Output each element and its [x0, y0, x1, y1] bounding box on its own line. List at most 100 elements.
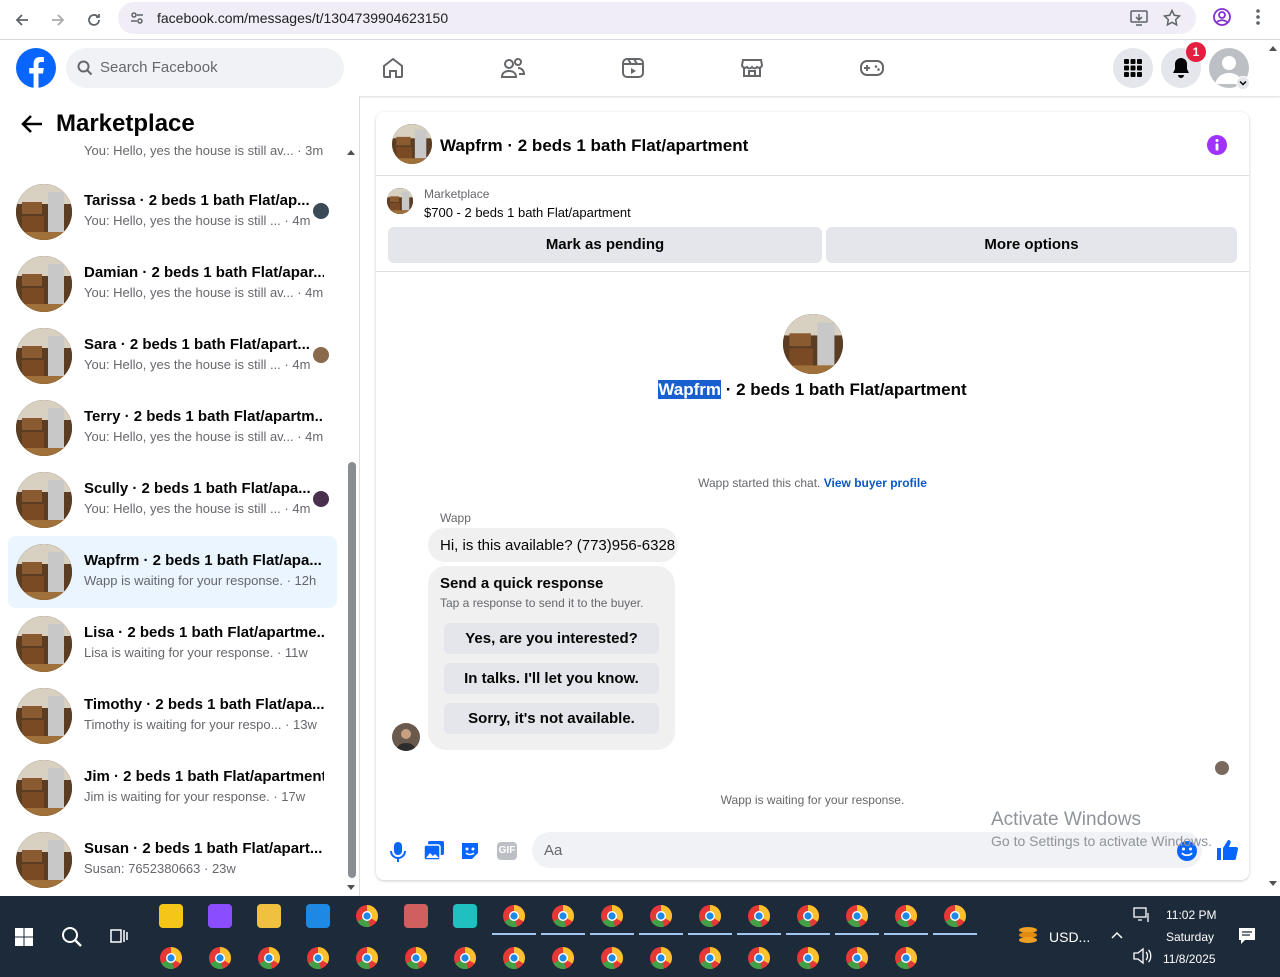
message-input[interactable]: Aa: [532, 832, 1202, 868]
chevron-down-icon[interactable]: [1236, 76, 1250, 90]
photo-icon[interactable]: [423, 840, 445, 862]
quick-reply-interested-button[interactable]: Yes, are you interested?: [444, 623, 659, 654]
forward-icon[interactable]: [44, 6, 72, 34]
video-icon[interactable]: [617, 52, 649, 84]
chrome-window-icon[interactable]: [502, 946, 526, 970]
taskbar-app-icon[interactable]: [453, 904, 477, 928]
scroll-up-icon[interactable]: [346, 148, 356, 156]
chrome-window-icon[interactable]: [600, 904, 624, 928]
list-item[interactable]: Timothy · 2 beds 1 bath Flat/apa... Timot…: [8, 680, 337, 752]
marketplace-icon[interactable]: [736, 52, 768, 84]
windows-start-icon[interactable]: [15, 928, 33, 946]
chrome-window-icon[interactable]: [747, 946, 771, 970]
clock-time[interactable]: 11:02 PM: [1166, 908, 1216, 922]
chrome-window-icon[interactable]: [502, 904, 526, 928]
chrome-window-icon[interactable]: [796, 904, 820, 928]
chrome-window-icon[interactable]: [698, 946, 722, 970]
chat-title[interactable]: Wapfrm · 2 beds 1 bath Flat/apartment: [440, 136, 748, 156]
chrome-window-icon[interactable]: [796, 946, 820, 970]
more-options-button[interactable]: More options: [826, 227, 1237, 263]
chrome-window-icon[interactable]: [698, 904, 722, 928]
sender-avatar[interactable]: [392, 723, 420, 751]
emoji-icon[interactable]: [1176, 840, 1198, 862]
back-arrow-icon[interactable]: [20, 114, 44, 134]
like-thumbs-up-icon[interactable]: [1215, 838, 1239, 862]
reload-icon[interactable]: [80, 6, 108, 34]
bookmark-star-icon[interactable]: [1163, 9, 1181, 27]
taskbar-app-icon[interactable]: [257, 904, 281, 928]
notification-center-icon[interactable]: [1238, 927, 1256, 945]
taskbar-app-icon[interactable]: [159, 904, 183, 928]
chrome-window-icon[interactable]: [453, 946, 477, 970]
sidebar-scrollbar[interactable]: [345, 142, 357, 894]
taskbar-app-icon[interactable]: [306, 904, 330, 928]
clock-date[interactable]: 11/8/2025: [1163, 952, 1216, 966]
back-icon[interactable]: [8, 6, 36, 34]
info-icon[interactable]: [1206, 134, 1228, 156]
taskbar-app-icon[interactable]: [404, 904, 428, 928]
mark-as-pending-button[interactable]: Mark as pending: [388, 227, 822, 263]
chrome-window-icon[interactable]: [551, 946, 575, 970]
scroll-down-icon[interactable]: [346, 884, 356, 892]
list-item[interactable]: Tarissa · 2 beds 1 bath Flat/ap... You: H…: [8, 176, 337, 248]
list-item[interactable]: Scully · 2 beds 1 bath Flat/apa... You: H…: [8, 464, 337, 536]
chat-listing-thumbnail[interactable]: [392, 124, 432, 164]
quick-reply-not-available-button[interactable]: Sorry, it's not available.: [444, 703, 659, 734]
taskbar-app-icon[interactable]: [208, 904, 232, 928]
message-bubble[interactable]: Hi, is this available? (773)956-6328: [428, 528, 678, 562]
gif-icon[interactable]: GIF: [497, 842, 517, 860]
view-buyer-profile-link[interactable]: View buyer profile: [824, 476, 927, 490]
list-item[interactable]: Jim · 2 beds 1 bath Flat/apartment Jim is…: [8, 752, 337, 824]
currency-widget-label[interactable]: USD...: [1049, 929, 1090, 945]
install-app-icon[interactable]: [1130, 10, 1148, 26]
volume-icon[interactable]: [1132, 947, 1152, 965]
gaming-icon[interactable]: [856, 52, 888, 84]
list-item[interactable]: Wapfrm · 2 beds 1 bath Flat/apa... Wapp i…: [8, 536, 337, 608]
chrome-window-icon[interactable]: [943, 904, 967, 928]
scrollbar-thumb[interactable]: [348, 462, 356, 878]
page-scroll-down-icon[interactable]: [1268, 880, 1278, 888]
home-icon[interactable]: [377, 52, 409, 84]
chrome-window-icon[interactable]: [404, 946, 428, 970]
list-item[interactable]: Susan · 2 beds 1 bath Flat/apart... Susan…: [8, 824, 337, 896]
friends-icon[interactable]: [497, 52, 529, 84]
page-scroll-up-icon[interactable]: [1268, 44, 1278, 52]
chrome-window-icon[interactable]: [649, 946, 673, 970]
facebook-logo-icon[interactable]: [16, 48, 56, 88]
list-item[interactable]: Sara · 2 beds 1 bath Flat/apart... You: H…: [8, 320, 337, 392]
sticker-icon[interactable]: [459, 840, 481, 862]
list-item[interactable]: Damian · 2 beds 1 bath Flat/apar... You: …: [8, 248, 337, 320]
chrome-window-icon[interactable]: [208, 946, 232, 970]
chrome-window-icon[interactable]: [894, 904, 918, 928]
chrome-window-icon[interactable]: [257, 946, 281, 970]
chrome-window-icon[interactable]: [747, 904, 771, 928]
clock-day[interactable]: Saturday: [1166, 930, 1214, 944]
task-view-icon[interactable]: [109, 926, 129, 946]
menu-grid-icon[interactable]: [1113, 48, 1153, 88]
profile-icon[interactable]: [1212, 7, 1232, 27]
currency-widget-icon[interactable]: [1017, 924, 1039, 946]
microphone-icon[interactable]: [388, 840, 408, 864]
chrome-window-icon[interactable]: [551, 904, 575, 928]
site-settings-icon[interactable]: [129, 10, 145, 26]
chrome-window-icon[interactable]: [600, 946, 624, 970]
address-bar[interactable]: facebook.com/messages/t/1304739904623150: [118, 2, 1196, 34]
show-hidden-icons-chevron-icon[interactable]: [1110, 930, 1124, 940]
quick-reply-in-talks-button[interactable]: In talks. I'll let you know.: [444, 663, 659, 694]
chrome-window-icon[interactable]: [845, 904, 869, 928]
taskbar-app-icon[interactable]: [355, 904, 379, 928]
chrome-window-icon[interactable]: [355, 946, 379, 970]
taskbar-search-icon[interactable]: [60, 925, 84, 949]
chrome-window-icon[interactable]: [306, 946, 330, 970]
list-item[interactable]: Lisa · 2 beds 1 bath Flat/apartme... Lisa…: [8, 608, 337, 680]
network-icon[interactable]: [1133, 907, 1151, 923]
chrome-window-icon[interactable]: [159, 946, 183, 970]
listing-price-title[interactable]: $700 - 2 beds 1 bath Flat/apartment: [424, 205, 631, 220]
chrome-window-icon[interactable]: [894, 946, 918, 970]
listing-thumbnail[interactable]: [387, 188, 413, 214]
search-input[interactable]: Search Facebook: [66, 48, 344, 88]
chrome-window-icon[interactable]: [649, 904, 673, 928]
chrome-window-icon[interactable]: [845, 946, 869, 970]
browser-menu-icon[interactable]: [1250, 7, 1266, 27]
list-item[interactable]: Terry · 2 beds 1 bath Flat/apartm... You:…: [8, 392, 337, 464]
